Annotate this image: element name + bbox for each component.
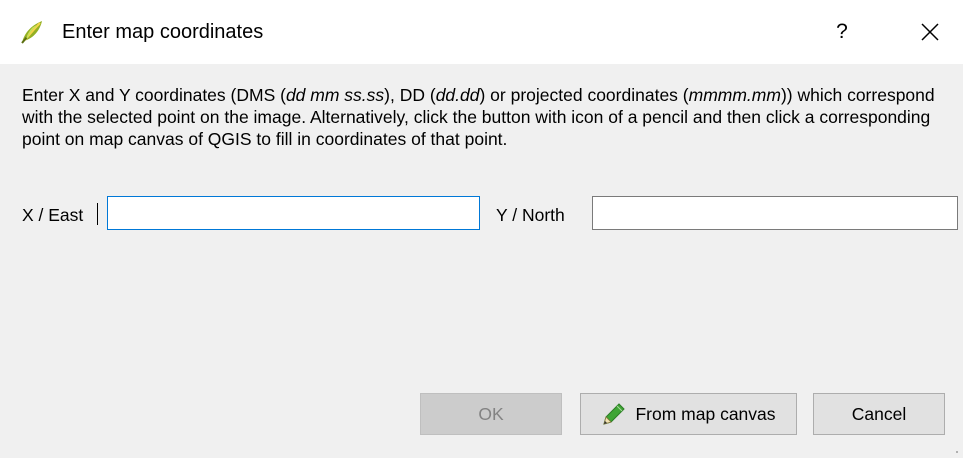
title-bar[interactable]: Enter map coordinates ?	[0, 0, 963, 64]
close-button[interactable]	[906, 8, 954, 56]
y-north-label: Y / North	[496, 205, 565, 225]
text-cursor	[97, 203, 98, 225]
dms-format-text: dd mm ss.ss	[285, 85, 385, 105]
y-north-input[interactable]	[592, 196, 958, 230]
qgis-leaf-icon	[21, 21, 42, 44]
x-east-input[interactable]	[107, 196, 480, 230]
ok-button[interactable]: OK	[420, 393, 562, 435]
cancel-button-label: Cancel	[851, 403, 907, 424]
window-title: Enter map coordinates	[62, 21, 264, 43]
close-icon	[921, 23, 939, 41]
enter-map-coordinates-dialog: Enter map coordinates ? Enter X and Y co…	[0, 0, 963, 458]
coordinates-row: X / East Y / North	[22, 196, 958, 234]
from-map-canvas-label: From map canvas	[635, 403, 776, 424]
help-button[interactable]: ?	[818, 8, 866, 56]
x-east-label: X / East	[22, 205, 84, 225]
from-map-canvas-button[interactable]: From map canvas	[580, 393, 797, 435]
dd-format-text: dd.dd	[435, 85, 480, 105]
dialog-content: Enter X and Y coordinates (DMS (dd mm ss…	[22, 84, 952, 150]
instructions-part-2: ), DD (	[384, 85, 436, 105]
instructions-part-3: ) or projected coordinates (	[479, 85, 689, 105]
help-icon: ?	[836, 20, 848, 43]
resize-grip-icon[interactable]	[949, 444, 959, 454]
pencil-icon	[603, 403, 626, 425]
cancel-button[interactable]: Cancel	[813, 393, 945, 435]
ok-button-label: OK	[478, 403, 504, 424]
instructions-text: Enter X and Y coordinates (DMS (dd mm ss…	[22, 84, 952, 150]
projected-format-text: mmmm.mm	[688, 85, 781, 105]
instructions-part-1: Enter X and Y coordinates (DMS (	[22, 85, 286, 105]
